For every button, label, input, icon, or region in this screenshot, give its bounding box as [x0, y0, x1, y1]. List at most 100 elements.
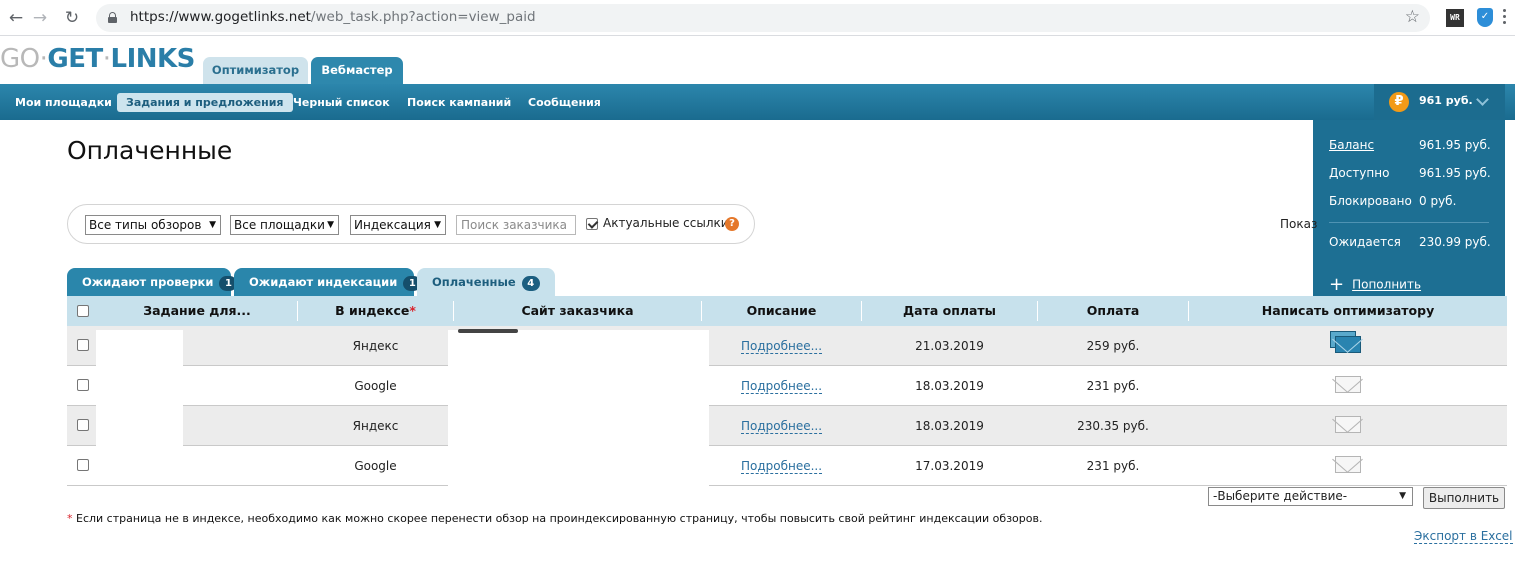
tab-optimizer[interactable]: Оптимизатор: [203, 57, 308, 84]
balance-short: 961 руб.: [1419, 94, 1473, 107]
tab-label: Ожидают проверки: [82, 275, 214, 289]
tab-awaiting-review[interactable]: Ожидают проверки 1: [67, 268, 238, 296]
review-type-select[interactable]: Все типы обзоров ▼: [85, 215, 221, 235]
col-payment[interactable]: Оплата: [1038, 296, 1188, 326]
ruble-icon: ₽: [1389, 92, 1409, 112]
description-cell: Подробнее...: [702, 446, 861, 486]
col-write-optimizer: Написать оптимизатору: [1261, 303, 1435, 318]
indexing-value: Индексация: [354, 218, 431, 232]
reload-icon[interactable]: ↻: [60, 6, 84, 30]
bulk-action-select[interactable]: -Выберите действие- ▼: [1208, 487, 1413, 506]
dropdown-arrow-icon: ▼: [434, 220, 441, 230]
redaction-edge: [458, 329, 518, 333]
pay-date-cell: 21.03.2019: [915, 339, 984, 353]
logo-dot: ·: [102, 44, 111, 74]
indexed-cell: Google: [354, 379, 397, 393]
logo-part-links: LINKS: [110, 44, 196, 74]
logo-part-go: GO: [0, 44, 40, 74]
indexing-footnote: * Если страница не в индексе, необходимо…: [67, 512, 1042, 525]
execute-button[interactable]: Выполнить: [1423, 487, 1505, 509]
available-value: 961.95 руб.: [1419, 166, 1491, 180]
pay-date-cell: 18.03.2019: [915, 419, 984, 433]
url-path: /web_task.php?action=view_paid: [310, 9, 536, 25]
site-logo[interactable]: GO·GET·LINKS: [0, 44, 195, 74]
filter-bar: Все типы обзоров ▼ Все площадки ▼ Индексац…: [67, 204, 755, 244]
select-all-checkbox[interactable]: [77, 305, 89, 317]
balance-dropdown: Баланс 961.95 руб. Доступно 961.95 руб. …: [1313, 120, 1505, 303]
nav-tasks-offers[interactable]: Задания и предложения: [117, 93, 293, 112]
new-message-envelope-icon[interactable]: [1330, 331, 1361, 353]
tab-webmaster[interactable]: Вебмастер: [311, 57, 403, 84]
balance-link[interactable]: Баланс: [1329, 138, 1374, 152]
tab-paid[interactable]: Оплаченные 4: [417, 268, 555, 296]
export-excel-link[interactable]: Экспорт в Excel: [1414, 529, 1513, 544]
table-row: Яндекс Подробнее... 18.03.2019 230.35 ру…: [67, 406, 1507, 446]
col-task[interactable]: Задание для...: [97, 296, 297, 326]
balance-toggle[interactable]: ₽ 961 руб.: [1374, 84, 1505, 120]
extension-wr-icon[interactable]: WR: [1446, 9, 1464, 27]
tab-label: Оплаченные: [432, 275, 516, 289]
dropdown-arrow-icon: ▼: [1399, 491, 1406, 501]
browser-toolbar: ← → ↻ https://www.gogetlinks.net/web_tas…: [0, 0, 1515, 36]
table-row: Google Подробнее... 17.03.2019 231 руб.: [67, 446, 1507, 486]
tab-count-badge: 4: [521, 276, 540, 291]
envelope-icon[interactable]: [1335, 416, 1361, 433]
actual-links-label: Актуальные ссылки: [603, 216, 729, 230]
divider: [1329, 222, 1489, 223]
row-checkbox[interactable]: [77, 459, 89, 471]
table-header: Задание для... В индексе* Сайт заказчика…: [67, 296, 1507, 326]
nav-messages[interactable]: Сообщения: [519, 93, 610, 112]
browser-menu-icon[interactable]: [1503, 9, 1507, 27]
page-title: Оплаченные: [67, 136, 233, 165]
topup-label: Пополнить: [1352, 277, 1422, 292]
chevron-down-icon: [1476, 93, 1489, 106]
more-link[interactable]: Подробнее...: [740, 419, 823, 434]
main-navigation: Мои площадки Задания и предложения Черны…: [0, 84, 1515, 120]
plus-icon: +: [1329, 274, 1345, 295]
bookmark-star-icon[interactable]: ☆: [1405, 7, 1420, 27]
indexing-select[interactable]: Индексация ▼: [350, 215, 446, 235]
tab-label: Ожидают индексации: [249, 275, 398, 289]
help-icon[interactable]: ?: [725, 217, 739, 231]
nav-blacklist[interactable]: Черный список: [284, 93, 399, 112]
nav-my-sites[interactable]: Мои площадки: [6, 93, 121, 112]
site-select[interactable]: Все площадки ▼: [230, 215, 339, 235]
nav-campaign-search[interactable]: Поиск кампаний: [398, 93, 520, 112]
envelope-icon[interactable]: [1335, 376, 1361, 393]
col-customer-site[interactable]: Сайт заказчика: [454, 296, 701, 326]
customer-search-input[interactable]: Поиск заказчика: [456, 215, 576, 235]
actual-links-checkbox[interactable]: [586, 218, 598, 230]
dropdown-arrow-icon: ▼: [327, 220, 334, 230]
col-pay-date[interactable]: Дата оплаты: [862, 296, 1037, 326]
description-cell: Подробнее...: [702, 366, 861, 406]
row-checkbox[interactable]: [77, 339, 89, 351]
table-row: Google Подробнее... 18.03.2019 231 руб.: [67, 366, 1507, 406]
extension-shield-icon[interactable]: ✓: [1477, 8, 1493, 27]
url-host: https://www.gogetlinks.net: [130, 9, 311, 25]
site-value: Все площадки: [234, 218, 325, 232]
lock-icon: [108, 12, 117, 23]
pending-label: Ожидается: [1329, 235, 1401, 249]
col-indexed[interactable]: В индексе*: [298, 296, 453, 326]
address-bar[interactable]: https://www.gogetlinks.net/web_task.php?…: [96, 4, 1430, 32]
tab-awaiting-indexing[interactable]: Ожидают индексации 1: [234, 268, 422, 296]
pay-date-cell: 17.03.2019: [915, 459, 984, 473]
row-checkbox[interactable]: [77, 419, 89, 431]
table-row: Яндекс Подробнее... 21.03.2019 259 руб.: [67, 326, 1507, 366]
required-mark: *: [409, 303, 416, 318]
forward-arrow-icon[interactable]: →: [28, 6, 52, 30]
description-cell: Подробнее...: [702, 406, 861, 446]
envelope-icon[interactable]: [1335, 456, 1361, 473]
dropdown-arrow-icon: ▼: [209, 220, 216, 230]
more-link[interactable]: Подробнее...: [740, 459, 823, 474]
pay-date-cell: 18.03.2019: [915, 379, 984, 393]
payment-cell: 231 руб.: [1086, 459, 1140, 473]
payment-cell: 231 руб.: [1086, 379, 1140, 393]
back-arrow-icon[interactable]: ←: [4, 6, 28, 30]
topup-link[interactable]: + Пополнить: [1329, 274, 1421, 295]
more-link[interactable]: Подробнее...: [740, 339, 823, 354]
col-description[interactable]: Описание: [702, 296, 861, 326]
more-link[interactable]: Подробнее...: [740, 379, 823, 394]
row-checkbox[interactable]: [77, 379, 89, 391]
bulk-action-value: -Выберите действие-: [1213, 489, 1348, 503]
